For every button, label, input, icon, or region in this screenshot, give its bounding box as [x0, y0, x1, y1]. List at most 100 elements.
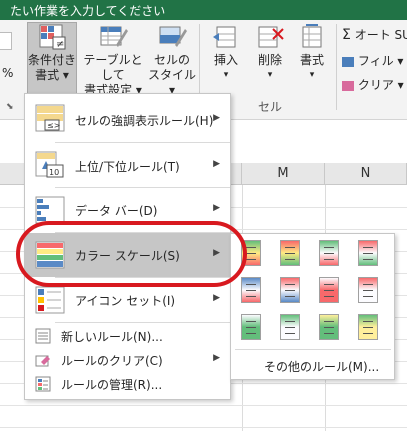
swatch-line	[324, 259, 334, 260]
swatch-line	[324, 296, 334, 297]
swatch-line	[285, 253, 295, 254]
svg-text:10: 10	[49, 168, 59, 177]
cells-group-label: セル	[258, 100, 283, 114]
fill-button[interactable]: フィル ▾	[342, 52, 403, 69]
eraser-icon	[342, 80, 354, 91]
swatch-line	[363, 296, 373, 297]
menu-item-label: データ バー(D)	[75, 204, 158, 218]
chevron-right-icon: ▶	[213, 203, 220, 213]
autosum-button[interactable]: Σ オート SU	[342, 26, 407, 43]
color-scale-swatch[interactable]	[241, 240, 261, 266]
swatch-line	[246, 327, 256, 328]
format-as-table-button[interactable]: テーブルとして 書式設定 ▾	[80, 23, 146, 97]
svg-text:≤>: ≤>	[47, 121, 60, 130]
clear-label: クリア ▾	[357, 78, 404, 92]
menu-item-top-bottom-rules[interactable]: 10 上位/下位ルール(T) ▶	[25, 143, 230, 187]
swatch-line	[363, 321, 373, 322]
sigma-icon: Σ	[342, 27, 351, 43]
swatch-line	[324, 327, 334, 328]
fill-down-icon	[342, 56, 354, 67]
swatch-line	[363, 333, 373, 334]
swatch-line	[246, 284, 256, 285]
menu-item-highlight-cells-rules[interactable]: ≤> セルの強調表示ルール(H) ▶	[25, 96, 230, 142]
color-scale-swatch[interactable]	[319, 314, 339, 340]
fill-label: フィル ▾	[357, 54, 404, 68]
insert-button[interactable]: 挿入 ▾	[206, 23, 246, 95]
swatch-line	[363, 327, 373, 328]
gridline	[0, 405, 407, 406]
title-bar: たい作業を入力してください	[0, 0, 407, 20]
color-scale-swatch[interactable]	[280, 314, 300, 340]
color-scale-swatch[interactable]	[280, 277, 300, 303]
column-header-m[interactable]: M	[242, 163, 325, 185]
color-scale-swatch[interactable]	[358, 277, 378, 303]
swatch-line	[285, 259, 295, 260]
percent-icon: %	[2, 66, 14, 80]
swatch-line	[246, 259, 256, 260]
delete-button[interactable]: 削除 ▾	[250, 23, 290, 95]
autosum-label: オート SU	[354, 28, 407, 42]
chevron-down-icon: ▾	[267, 70, 273, 80]
swatch-line	[246, 253, 256, 254]
color-scale-swatch[interactable]	[280, 240, 300, 266]
color-scale-swatch[interactable]	[319, 277, 339, 303]
menu-separator	[55, 322, 230, 323]
chevron-down-icon: ▾	[309, 70, 315, 80]
swatch-line	[285, 247, 295, 248]
color-scale-swatch[interactable]	[358, 240, 378, 266]
swatch-line	[285, 321, 295, 322]
delete-cells-icon	[255, 23, 285, 51]
format-button[interactable]: 書式 ▾	[292, 23, 332, 95]
menu-separator	[235, 349, 391, 350]
format-cells-icon	[297, 23, 327, 51]
conditional-formatting-menu: ≤> セルの強調表示ルール(H) ▶ 10 上位/下位ルール(T) ▶ データ …	[24, 93, 231, 400]
swatch-line	[246, 247, 256, 248]
swatch-line	[324, 290, 334, 291]
tell-me-text[interactable]: たい作業を入力してください	[10, 2, 165, 19]
color-scale-swatch[interactable]	[241, 314, 261, 340]
chevron-right-icon: ▶	[213, 293, 220, 303]
menu-item-color-scales[interactable]: カラー スケール(S) ▶	[25, 233, 230, 277]
column-header-n[interactable]: N	[325, 163, 407, 185]
color-scale-swatch[interactable]	[319, 240, 339, 266]
color-scale-swatch[interactable]	[241, 277, 261, 303]
chevron-down-icon: ▾	[223, 70, 229, 80]
menu-item-icon-sets[interactable]: アイコン セット(I) ▶	[25, 278, 230, 322]
conditional-formatting-button[interactable]: ≠ 条件付き 書式 ▾	[27, 22, 77, 96]
manage-rules-icon	[35, 376, 51, 395]
format-as-table-label-1: テーブルとして	[83, 53, 143, 82]
cell-styles-icon	[157, 23, 187, 51]
clear-button[interactable]: クリア ▾	[342, 76, 404, 93]
format-as-table-icon	[98, 23, 128, 51]
menu-item-label: 上位/下位ルール(T)	[75, 160, 180, 174]
swatch-line	[363, 259, 373, 260]
icon-sets-icon	[35, 286, 65, 317]
swatch-line	[363, 247, 373, 248]
menu-item-new-rule[interactable]: 新しいルール(N)...	[25, 324, 230, 348]
ribbon-separator	[336, 24, 337, 110]
clipped-input[interactable]	[0, 32, 12, 50]
menu-item-label: ルールのクリア(C)	[61, 354, 163, 368]
chevron-right-icon: ▶	[213, 353, 220, 363]
eraser-icon	[35, 352, 51, 371]
swatch-line	[285, 296, 295, 297]
menu-item-label: セルの強調表示ルール(H)	[75, 114, 214, 128]
menu-item-data-bars[interactable]: データ バー(D) ▶	[25, 188, 230, 232]
conditional-formatting-label-2: 書式 ▾	[35, 68, 69, 82]
insert-cells-icon	[211, 23, 241, 51]
swatch-line	[324, 321, 334, 322]
swatch-line	[363, 290, 373, 291]
color-scale-swatch[interactable]	[358, 314, 378, 340]
swatch-line	[324, 253, 334, 254]
menu-item-label: ルールの管理(R)...	[61, 378, 163, 392]
data-bars-icon	[35, 196, 65, 227]
gridline	[0, 427, 407, 428]
cell-styles-button[interactable]: セルの スタイル ▾	[148, 23, 196, 97]
swatch-line	[285, 284, 295, 285]
more-rules-link[interactable]: その他のルール(M)...	[264, 358, 379, 375]
chevron-right-icon: ▶	[213, 248, 220, 258]
color-scales-icon	[35, 241, 65, 272]
menu-item-manage-rules[interactable]: ルールの管理(R)...	[25, 372, 230, 396]
menu-item-clear-rules[interactable]: ルールのクリア(C) ▶	[25, 348, 230, 372]
group-launcher-icon[interactable]: ⬊	[6, 102, 14, 112]
